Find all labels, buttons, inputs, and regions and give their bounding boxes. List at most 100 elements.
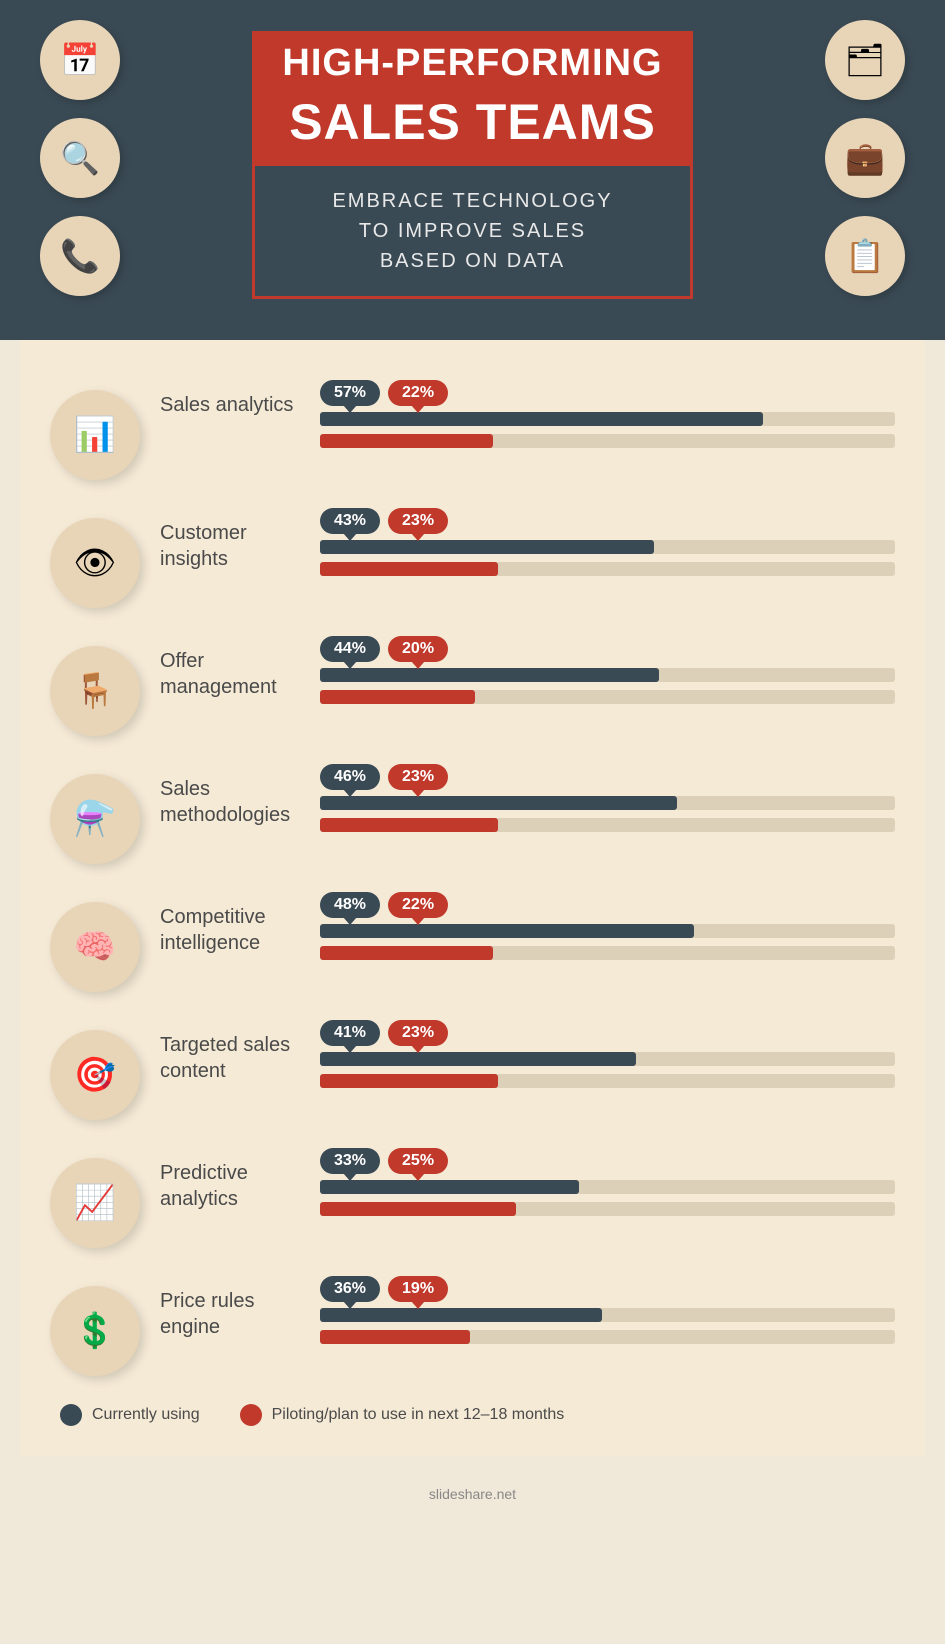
customer-insights-bars: 43% 23% bbox=[320, 508, 895, 584]
offer-management-red-badge: 20% bbox=[388, 636, 448, 662]
predictive-analytics-dark-fill bbox=[320, 1180, 579, 1194]
sales-analytics-red-fill bbox=[320, 434, 493, 448]
sales-methodologies-label: Sales methodologies bbox=[160, 764, 310, 828]
clipboard-chart-icon: 📋 bbox=[825, 216, 905, 296]
competitive-intelligence-red-track bbox=[320, 946, 895, 960]
offer-management-dark-badge: 44% bbox=[320, 636, 380, 662]
sales-analytics-red-track bbox=[320, 434, 895, 448]
competitive-intelligence-label: Competitive intelligence bbox=[160, 892, 310, 956]
customer-insights-red-track bbox=[320, 562, 895, 576]
competitive-intelligence-dark-fill bbox=[320, 924, 694, 938]
targeted-sales-content-bars: 41% 23% bbox=[320, 1020, 895, 1096]
targeted-sales-content-red-fill bbox=[320, 1074, 498, 1088]
targeted-sales-content-red-track bbox=[320, 1074, 895, 1088]
legend-currently-using: Currently using bbox=[60, 1404, 200, 1426]
sales-methodologies-dark-badge: 46% bbox=[320, 764, 380, 790]
price-rules-engine-icon: 💲 bbox=[50, 1286, 140, 1376]
row-customer-insights: 👁 Customer insights 43% 23% bbox=[50, 508, 895, 608]
customer-insights-badges: 43% 23% bbox=[320, 508, 895, 534]
sales-analytics-icon: 📊 bbox=[50, 390, 140, 480]
offer-management-dark-fill bbox=[320, 668, 659, 682]
targeted-sales-content-red-badge: 23% bbox=[388, 1020, 448, 1046]
sales-methodologies-icon: ⚗️ bbox=[50, 774, 140, 864]
customer-insights-label: Customer insights bbox=[160, 508, 310, 572]
sales-methodologies-dark-fill bbox=[320, 796, 677, 810]
sales-methodologies-dark-track bbox=[320, 796, 895, 810]
customer-insights-dark-badge: 43% bbox=[320, 508, 380, 534]
title-line2: SALES TEAMS bbox=[252, 89, 692, 163]
footer: slideshare.net bbox=[0, 1476, 945, 1512]
briefcase-icon: 💼 bbox=[825, 118, 905, 198]
main-content: 📊 Sales analytics 57% 22% 👁 Customer ins… bbox=[20, 340, 925, 1456]
sales-analytics-dark-track bbox=[320, 412, 895, 426]
header-icons-right: 🗂 💼 📋 bbox=[825, 20, 905, 296]
price-rules-engine-bars: 36% 19% bbox=[320, 1276, 895, 1352]
offer-management-badges: 44% 20% bbox=[320, 636, 895, 662]
header-section: 📅 🔍 📞 HIGH-PERFORMING SALES TEAMS EMBRAC… bbox=[0, 0, 945, 340]
predictive-analytics-dark-track bbox=[320, 1180, 895, 1194]
title-box: HIGH-PERFORMING SALES TEAMS EMBRACE TECH… bbox=[252, 31, 692, 299]
predictive-analytics-red-fill bbox=[320, 1202, 516, 1216]
customer-insights-red-badge: 23% bbox=[388, 508, 448, 534]
customer-insights-icon: 👁 bbox=[50, 518, 140, 608]
predictive-analytics-label: Predictive analytics bbox=[160, 1148, 310, 1212]
row-targeted-sales-content: 🎯 Targeted sales content 41% 23% bbox=[50, 1020, 895, 1120]
legend-piloting: Piloting/plan to use in next 12–18 month… bbox=[240, 1404, 565, 1426]
targeted-sales-content-icon: 🎯 bbox=[50, 1030, 140, 1120]
predictive-analytics-red-track bbox=[320, 1202, 895, 1216]
price-rules-engine-dark-track bbox=[320, 1308, 895, 1322]
price-rules-engine-red-fill bbox=[320, 1330, 470, 1344]
offer-management-dark-track bbox=[320, 668, 895, 682]
legend-red-label: Piloting/plan to use in next 12–18 month… bbox=[272, 1406, 565, 1424]
row-sales-methodologies: ⚗️ Sales methodologies 46% 23% bbox=[50, 764, 895, 864]
price-rules-engine-red-badge: 19% bbox=[388, 1276, 448, 1302]
offer-management-icon: 🪑 bbox=[50, 646, 140, 736]
customer-insights-red-fill bbox=[320, 562, 498, 576]
targeted-sales-content-badges: 41% 23% bbox=[320, 1020, 895, 1046]
offer-management-red-fill bbox=[320, 690, 475, 704]
competitive-intelligence-icon: 🧠 bbox=[50, 902, 140, 992]
legend-dark-label: Currently using bbox=[92, 1406, 200, 1424]
sales-analytics-bars: 57% 22% bbox=[320, 380, 895, 456]
title-line1: HIGH-PERFORMING bbox=[252, 31, 692, 89]
competitive-intelligence-dark-badge: 48% bbox=[320, 892, 380, 918]
targeted-sales-content-dark-fill bbox=[320, 1052, 636, 1066]
competitive-intelligence-badges: 48% 22% bbox=[320, 892, 895, 918]
sales-methodologies-red-fill bbox=[320, 818, 498, 832]
targeted-sales-content-dark-badge: 41% bbox=[320, 1020, 380, 1046]
header-icons-left: 📅 🔍 📞 bbox=[40, 20, 120, 296]
competitive-intelligence-bars: 48% 22% bbox=[320, 892, 895, 968]
targeted-sales-content-dark-track bbox=[320, 1052, 895, 1066]
customer-insights-dark-track bbox=[320, 540, 895, 554]
predictive-analytics-badges: 33% 25% bbox=[320, 1148, 895, 1174]
sales-analytics-dark-badge: 57% bbox=[320, 380, 380, 406]
predictive-analytics-red-badge: 25% bbox=[388, 1148, 448, 1174]
org-chart-icon: 🗂 bbox=[825, 20, 905, 100]
price-rules-engine-dark-fill bbox=[320, 1308, 602, 1322]
row-predictive-analytics: 📈 Predictive analytics 33% 25% bbox=[50, 1148, 895, 1248]
sales-analytics-badges: 57% 22% bbox=[320, 380, 895, 406]
sales-analytics-dark-fill bbox=[320, 412, 763, 426]
customer-insights-dark-fill bbox=[320, 540, 654, 554]
price-rules-engine-dark-badge: 36% bbox=[320, 1276, 380, 1302]
sales-methodologies-bars: 46% 23% bbox=[320, 764, 895, 840]
competitive-intelligence-red-fill bbox=[320, 946, 493, 960]
row-offer-management: 🪑 Offer management 44% 20% bbox=[50, 636, 895, 736]
predictive-analytics-dark-badge: 33% bbox=[320, 1148, 380, 1174]
row-sales-analytics: 📊 Sales analytics 57% 22% bbox=[50, 380, 895, 480]
legend-red-dot bbox=[240, 1404, 262, 1426]
sales-methodologies-badges: 46% 23% bbox=[320, 764, 895, 790]
sales-methodologies-red-badge: 23% bbox=[388, 764, 448, 790]
competitive-intelligence-red-badge: 22% bbox=[388, 892, 448, 918]
targeted-sales-content-label: Targeted sales content bbox=[160, 1020, 310, 1084]
offer-management-red-track bbox=[320, 690, 895, 704]
row-price-rules-engine: 💲 Price rules engine 36% 19% bbox=[50, 1276, 895, 1376]
predictive-analytics-bars: 33% 25% bbox=[320, 1148, 895, 1224]
calendar-icon: 📅 bbox=[40, 20, 120, 100]
price-rules-engine-red-track bbox=[320, 1330, 895, 1344]
offer-management-bars: 44% 20% bbox=[320, 636, 895, 712]
sales-analytics-red-badge: 22% bbox=[388, 380, 448, 406]
price-rules-engine-label: Price rules engine bbox=[160, 1276, 310, 1340]
document-search-icon: 🔍 bbox=[40, 118, 120, 198]
chart-legend: Currently using Piloting/plan to use in … bbox=[50, 1404, 895, 1426]
